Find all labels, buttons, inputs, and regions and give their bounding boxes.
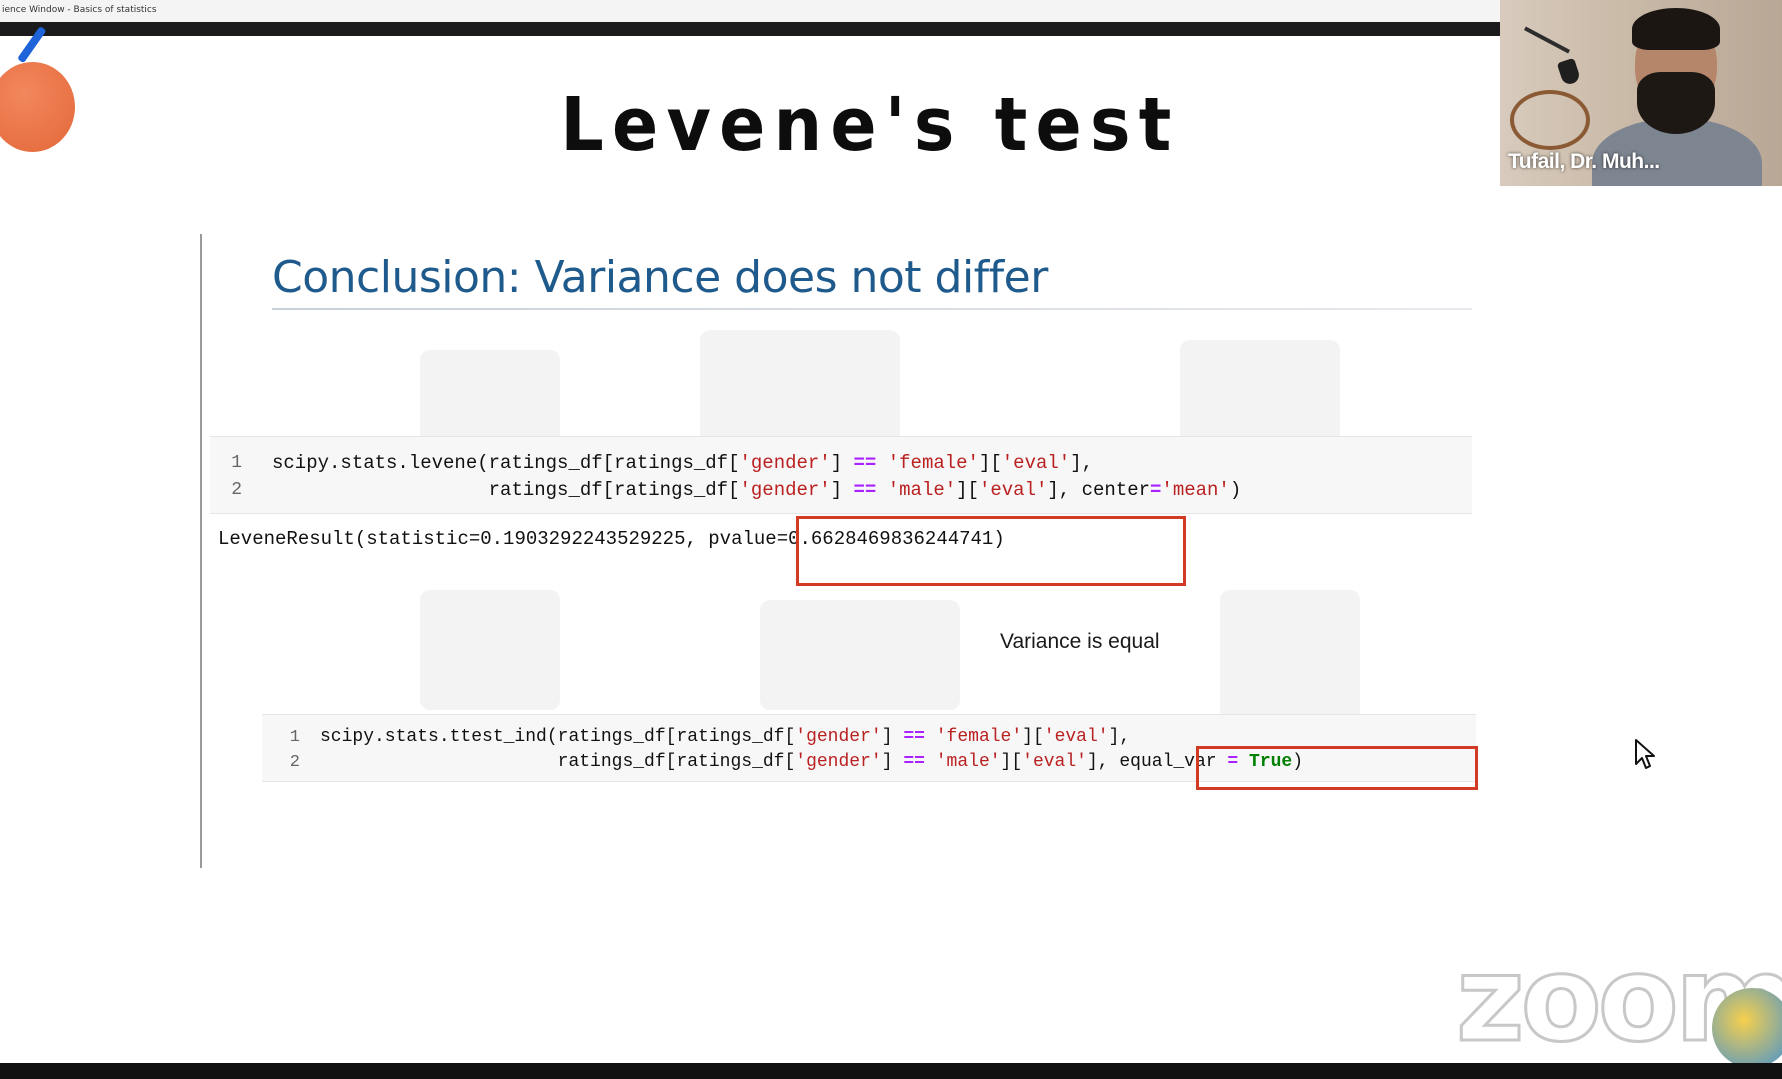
result-statistic: LeveneResult(statistic=0.190329224352922… (218, 528, 709, 550)
code-text: ratings_df[ratings_df[ (320, 752, 796, 772)
code-text: ] (830, 452, 854, 474)
slide-title: Levene's test (560, 82, 1180, 168)
line-number: 1 (231, 453, 242, 473)
line-number: 2 (231, 480, 242, 500)
code-string: 'eval' (978, 479, 1048, 501)
code-text: ] (881, 727, 904, 747)
code-text: ] (830, 479, 854, 501)
mouse-pointer-icon (1635, 739, 1655, 769)
code-text: ratings_df[ratings_df[ (272, 479, 740, 501)
corner-badge-icon (1712, 988, 1782, 1068)
participant-video-tile[interactable]: Tufail, Dr. Muh... (1500, 0, 1782, 186)
pvalue-highlight-box (796, 516, 1186, 586)
window-toolbar-strip (0, 22, 1500, 36)
decorative-orange-ball-icon (0, 62, 75, 152)
code-cell-levene[interactable]: 1 2 scipy.stats.levene(ratings_df[rating… (210, 436, 1472, 514)
code-line: scipy.stats.levene(ratings_df[ratings_df… (272, 452, 1093, 474)
window-title: ience Window - Basics of statistics (2, 5, 157, 15)
code-string: 'gender' (739, 452, 831, 474)
code-line: scipy.stats.ttest_ind(ratings_df[ratings… (320, 727, 1130, 747)
code-string: 'female' (887, 452, 979, 474)
code-text: ) (1229, 479, 1242, 501)
video-person-beard (1637, 72, 1715, 134)
line-number: 2 (289, 753, 300, 772)
code-string: 'male' (935, 752, 1001, 772)
code-text: scipy.stats.ttest_ind(ratings_df[ratings… (320, 727, 796, 747)
watermark-shape (420, 590, 560, 710)
line-number: 1 (289, 728, 300, 747)
code-operator: == (853, 452, 877, 474)
code-operator: == (853, 479, 877, 501)
code-string: 'eval' (1043, 727, 1109, 747)
video-person-hair (1632, 8, 1720, 50)
code-operator: == (903, 727, 925, 747)
code-string: 'gender' (739, 479, 831, 501)
code-string: 'gender' (795, 752, 882, 772)
code-operator: == (903, 752, 925, 772)
code-text: ][ (978, 452, 1002, 474)
code-string: 'male' (887, 479, 957, 501)
code-text: scipy.stats.levene(ratings_df[ratings_df… (272, 452, 740, 474)
window-titlebar: ience Window - Basics of statistics (0, 0, 1500, 22)
code-text: ][ (956, 479, 979, 501)
watermark-shape (1220, 590, 1360, 720)
code-string: 'female' (935, 727, 1023, 747)
bottom-strip (0, 1063, 1782, 1079)
video-lamp-arm (1523, 26, 1571, 54)
watermark-shape (760, 600, 960, 710)
code-string: 'eval' (1001, 452, 1071, 474)
code-text: ], (1108, 727, 1131, 747)
code-text: ], (1086, 752, 1120, 772)
code-text: ][ (1000, 752, 1023, 772)
code-text: ], (1070, 452, 1093, 474)
participant-name: Tufail, Dr. Muh... (1508, 150, 1660, 173)
video-chair (1510, 90, 1590, 150)
code-text: ][ (1022, 727, 1044, 747)
video-lamp-head (1556, 57, 1582, 87)
code-text: ] (881, 752, 904, 772)
code-line: ratings_df[ratings_df['gender'] == 'male… (272, 479, 1242, 501)
subtitle-underline (272, 308, 1472, 310)
code-line: ratings_df[ratings_df['gender'] == 'male… (320, 752, 1303, 772)
equal-var-highlight-box (1196, 746, 1478, 790)
code-operator: = (1150, 479, 1162, 501)
code-string: 'mean' (1161, 479, 1230, 501)
code-string: 'eval' (1022, 752, 1087, 772)
slide-vertical-divider (200, 234, 202, 868)
code-string: 'gender' (795, 727, 882, 747)
code-text: ], center (1047, 479, 1151, 501)
variance-equal-note: Variance is equal (1000, 630, 1160, 653)
slide-subtitle: Conclusion: Variance does not differ (272, 252, 1048, 303)
